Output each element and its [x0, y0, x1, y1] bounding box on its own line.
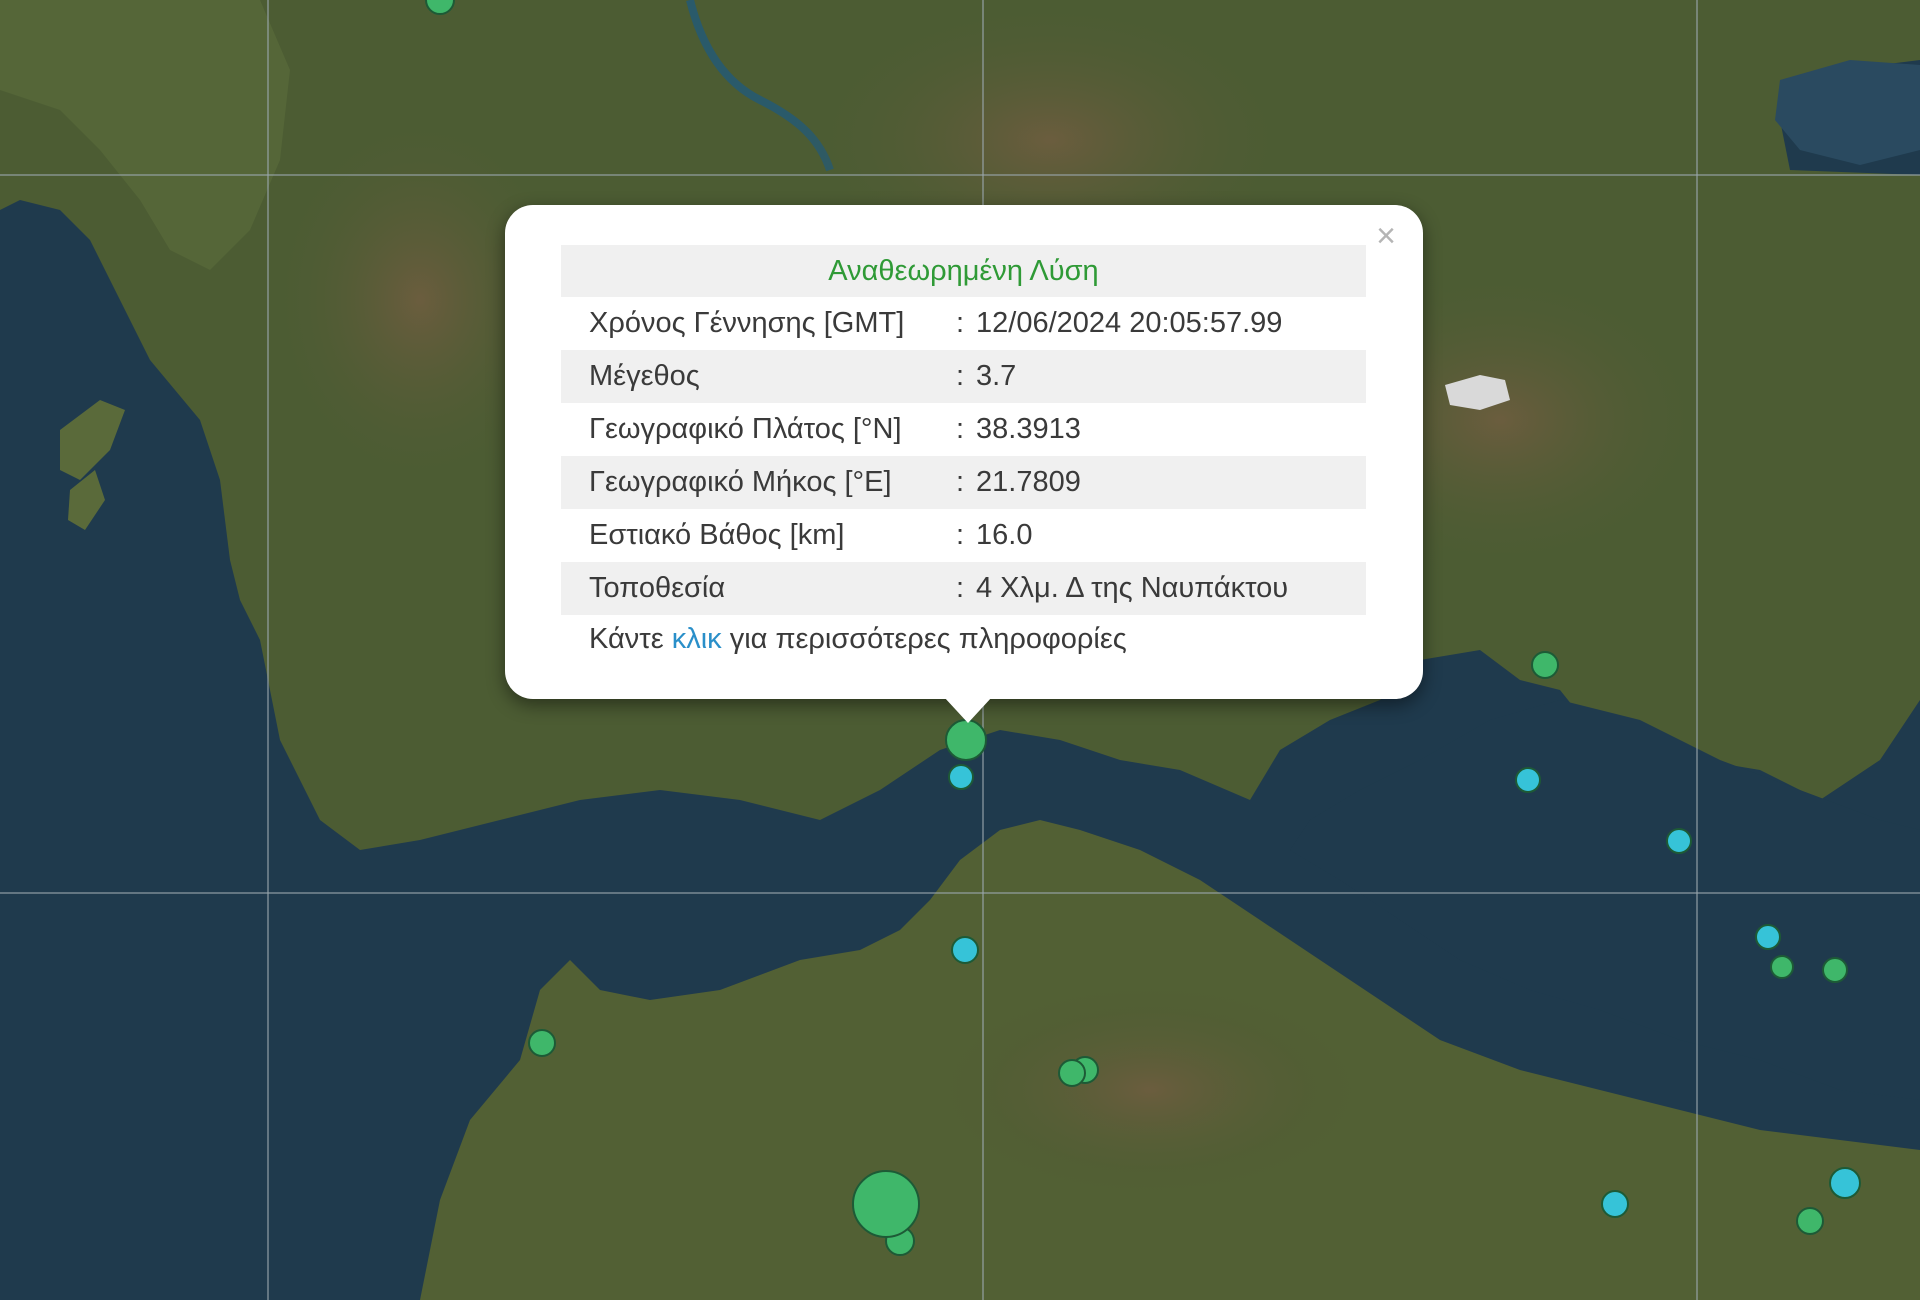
row-label: Μέγεθος [589, 360, 700, 392]
row-value: 4 Χλμ. Δ της Ναυπάκτου [976, 572, 1289, 604]
earthquake-marker[interactable] [1755, 924, 1781, 950]
row-value: 21.7809 [976, 466, 1081, 498]
earthquake-marker-selected[interactable] [945, 719, 987, 761]
row-separator: : [956, 307, 965, 339]
more-info-link[interactable]: κλικ [672, 623, 722, 655]
earthquake-marker[interactable] [951, 936, 979, 964]
row-label: Εστιακό Βάθος [km] [589, 519, 845, 551]
earthquake-marker[interactable] [1601, 1190, 1629, 1218]
row-value: 12/06/2024 20:05:57.99 [976, 307, 1283, 339]
earthquake-marker[interactable] [1829, 1167, 1861, 1199]
info-row-longitude: Γεωγραφικό Μήκος [°E] : 21.7809 [561, 456, 1366, 509]
info-row-latitude: Γεωγραφικό Πλάτος [°N] : 38.3913 [561, 403, 1366, 456]
info-row-origin-time: Χρόνος Γέννησης [GMT] : 12/06/2024 20:05… [561, 297, 1366, 350]
earthquake-marker[interactable] [1666, 828, 1692, 854]
row-label: Γεωγραφικό Πλάτος [°N] [589, 413, 902, 445]
close-icon[interactable]: × [1369, 219, 1403, 253]
row-separator: : [956, 466, 965, 498]
earthquake-marker[interactable] [1515, 767, 1541, 793]
earthquake-marker[interactable] [1822, 957, 1848, 983]
earthquake-marker[interactable] [1058, 1059, 1086, 1087]
earthquake-marker[interactable] [528, 1029, 556, 1057]
row-separator: : [956, 572, 965, 604]
row-value: 3.7 [976, 360, 1017, 392]
row-separator: : [956, 360, 965, 392]
earthquake-marker[interactable] [1531, 651, 1559, 679]
row-value: 16.0 [976, 519, 1033, 551]
info-row-location: Τοποθεσία : 4 Χλμ. Δ της Ναυπάκτου [561, 562, 1366, 615]
row-separator: : [956, 519, 965, 551]
row-value: 38.3913 [976, 413, 1081, 445]
more-info-prefix: Κάντε [589, 623, 672, 655]
earthquake-marker[interactable] [852, 1170, 920, 1238]
popup-title: Αναθεωρημένη Λύση [561, 245, 1366, 297]
info-row-magnitude: Μέγεθος : 3.7 [561, 350, 1366, 403]
row-label: Τοποθεσία [589, 572, 726, 604]
earthquake-marker[interactable] [1796, 1207, 1824, 1235]
popup-tip [944, 697, 992, 723]
earthquake-marker[interactable] [1770, 955, 1794, 979]
row-label: Χρόνος Γέννησης [GMT] [589, 307, 905, 339]
mountain-shade [930, 980, 1370, 1200]
row-label: Γεωγραφικό Μήκος [°E] [589, 466, 892, 498]
earthquake-info-popup: × Αναθεωρημένη Λύση Χρόνος Γέννησης [GMT… [505, 205, 1423, 699]
more-info-text: Κάντε κλικ για περισσότερες πληροφορίες [561, 623, 1366, 656]
info-row-depth: Εστιακό Βάθος [km] : 16.0 [561, 509, 1366, 562]
popup-table: Αναθεωρημένη Λύση Χρόνος Γέννησης [GMT] … [561, 245, 1366, 656]
earthquake-marker[interactable] [948, 764, 974, 790]
more-info-suffix: για περισσότερες πληροφορίες [721, 623, 1127, 655]
row-separator: : [956, 413, 965, 445]
